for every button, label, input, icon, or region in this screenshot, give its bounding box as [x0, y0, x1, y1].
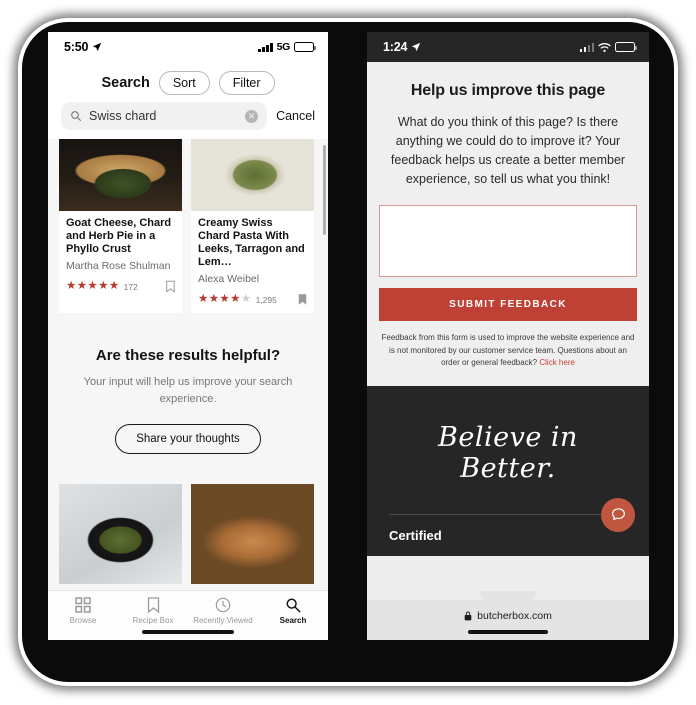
- bookmark-icon[interactable]: [166, 280, 175, 293]
- feedback-textarea[interactable]: [379, 205, 637, 277]
- right-status-bar: 1:24: [367, 32, 649, 62]
- browser-url-bar[interactable]: butcherbox.com: [367, 591, 649, 640]
- wifi-icon: [598, 42, 611, 52]
- status-time: 5:50: [64, 40, 89, 54]
- recipe-author: Martha Rose Shulman: [66, 260, 171, 272]
- screenshot-stage: 5:50 5G Search Sort Filter Swiss chard ✕…: [0, 0, 696, 705]
- location-arrow-icon: [412, 42, 421, 52]
- bookmark-icon: [147, 597, 159, 613]
- home-indicator: [142, 630, 234, 634]
- status-time: 1:24: [383, 40, 408, 54]
- recipe-card[interactable]: [59, 484, 182, 584]
- chat-bubble-icon: [611, 508, 625, 521]
- search-icon: [286, 598, 301, 613]
- grid-icon: [75, 597, 91, 613]
- star-rating: ★★★★★: [66, 279, 120, 292]
- search-row: Swiss chard ✕ Cancel: [48, 102, 328, 139]
- search-query-text: Swiss chard: [89, 109, 157, 123]
- tab-label: Recipe Box: [132, 616, 174, 625]
- network-label: 5G: [276, 41, 291, 53]
- recipe-thumbnail: [59, 484, 182, 584]
- vertical-scrollbar[interactable]: [323, 145, 326, 235]
- site-footer: Believe in Better. Certified: [367, 385, 649, 556]
- results-scroll-area[interactable]: Goat Cheese, Chard and Herb Pie in a Phy…: [48, 139, 328, 637]
- cellular-signal-icon: [579, 42, 594, 52]
- search-icon: [71, 111, 82, 122]
- feedback-prompt: Are these results helpful? Your input wi…: [48, 313, 328, 484]
- results-row-2: [48, 484, 328, 584]
- bookmark-filled-icon[interactable]: [298, 293, 307, 306]
- fineprint-text: Feedback from this form is used to impro…: [381, 333, 635, 367]
- submit-feedback-button[interactable]: SUBMIT FEEDBACK: [379, 288, 637, 321]
- clear-search-icon[interactable]: ✕: [245, 109, 259, 123]
- star-rating: ★★★★★: [198, 292, 252, 305]
- click-here-link[interactable]: Click here: [539, 358, 575, 367]
- recipe-card[interactable]: Creamy Swiss Chard Pasta With Leeks, Tar…: [191, 139, 314, 313]
- tab-label: Search: [279, 616, 307, 625]
- search-header: Search Sort Filter: [48, 62, 328, 102]
- butcherbox-feedback-page: Help us improve this page What do you th…: [367, 62, 649, 640]
- right-phone-screenshot: 1:24 Help us improve this page What do y…: [367, 32, 649, 640]
- feedback-fineprint: Feedback from this form is used to impro…: [367, 321, 649, 386]
- results-row-1: Goat Cheese, Chard and Herb Pie in a Phy…: [48, 139, 328, 313]
- recipe-app-body: Search Sort Filter Swiss chard ✕ Cancel: [48, 62, 328, 640]
- certified-heading: Certified: [389, 527, 442, 543]
- tab-search[interactable]: Search: [258, 597, 328, 640]
- recipe-thumbnail: [191, 484, 314, 584]
- recipe-card[interactable]: Goat Cheese, Chard and Herb Pie in a Phy…: [59, 139, 182, 313]
- recipe-rating: ★★★★★ 1,295: [198, 293, 307, 306]
- filter-button[interactable]: Filter: [218, 71, 275, 95]
- location-arrow-icon: [93, 42, 102, 52]
- left-phone-screenshot: 5:50 5G Search Sort Filter Swiss chard ✕…: [48, 32, 328, 640]
- ratings-count: 1,295: [255, 294, 277, 305]
- share-your-thoughts-button[interactable]: Share your thoughts: [115, 424, 261, 454]
- page-title: Search: [101, 75, 150, 91]
- footer-divider: [389, 513, 627, 515]
- recipe-title: Goat Cheese, Chard and Herb Pie in a Phy…: [66, 217, 172, 255]
- left-status-bar: 5:50 5G: [48, 32, 328, 62]
- battery-full-icon: [294, 42, 316, 52]
- url-text: butcherbox.com: [477, 609, 552, 622]
- recipe-thumbnail: [59, 139, 182, 211]
- tab-label: Browse: [69, 616, 97, 625]
- feedback-heading: Are these results helpful?: [95, 347, 281, 364]
- battery-low-icon: [615, 42, 637, 52]
- clock-icon: [215, 597, 231, 613]
- sort-button[interactable]: Sort: [158, 71, 210, 95]
- recipe-rating: ★★★★★ 172: [66, 280, 175, 293]
- feedback-heading: Help us improve this page: [410, 82, 606, 99]
- chat-bubble-button[interactable]: [601, 497, 635, 532]
- tab-browse[interactable]: Browse: [48, 597, 118, 640]
- lock-icon: [464, 611, 472, 620]
- recipe-card[interactable]: [191, 484, 314, 584]
- brand-tagline: Believe in Better.: [438, 421, 578, 484]
- recipe-title: Creamy Swiss Chard Pasta With Leeks, Tar…: [198, 217, 305, 268]
- cellular-signal-icon: [258, 42, 273, 52]
- search-input[interactable]: Swiss chard ✕: [61, 102, 268, 130]
- feedback-intro: Help us improve this page What do you th…: [367, 62, 649, 205]
- feedback-body: Your input will help us improve your sea…: [83, 376, 293, 405]
- feedback-description: What do you think of this page? Is there…: [390, 115, 626, 186]
- urlbar-notch: [480, 591, 536, 609]
- recipe-author: Alexa Weibel: [198, 273, 260, 285]
- home-indicator: [468, 630, 548, 634]
- feedback-form: SUBMIT FEEDBACK: [367, 205, 649, 321]
- recipe-thumbnail: [191, 139, 314, 211]
- ratings-count: 172: [123, 281, 138, 292]
- tab-label: Recently Viewed: [193, 616, 253, 625]
- cancel-search-button[interactable]: Cancel: [276, 109, 315, 123]
